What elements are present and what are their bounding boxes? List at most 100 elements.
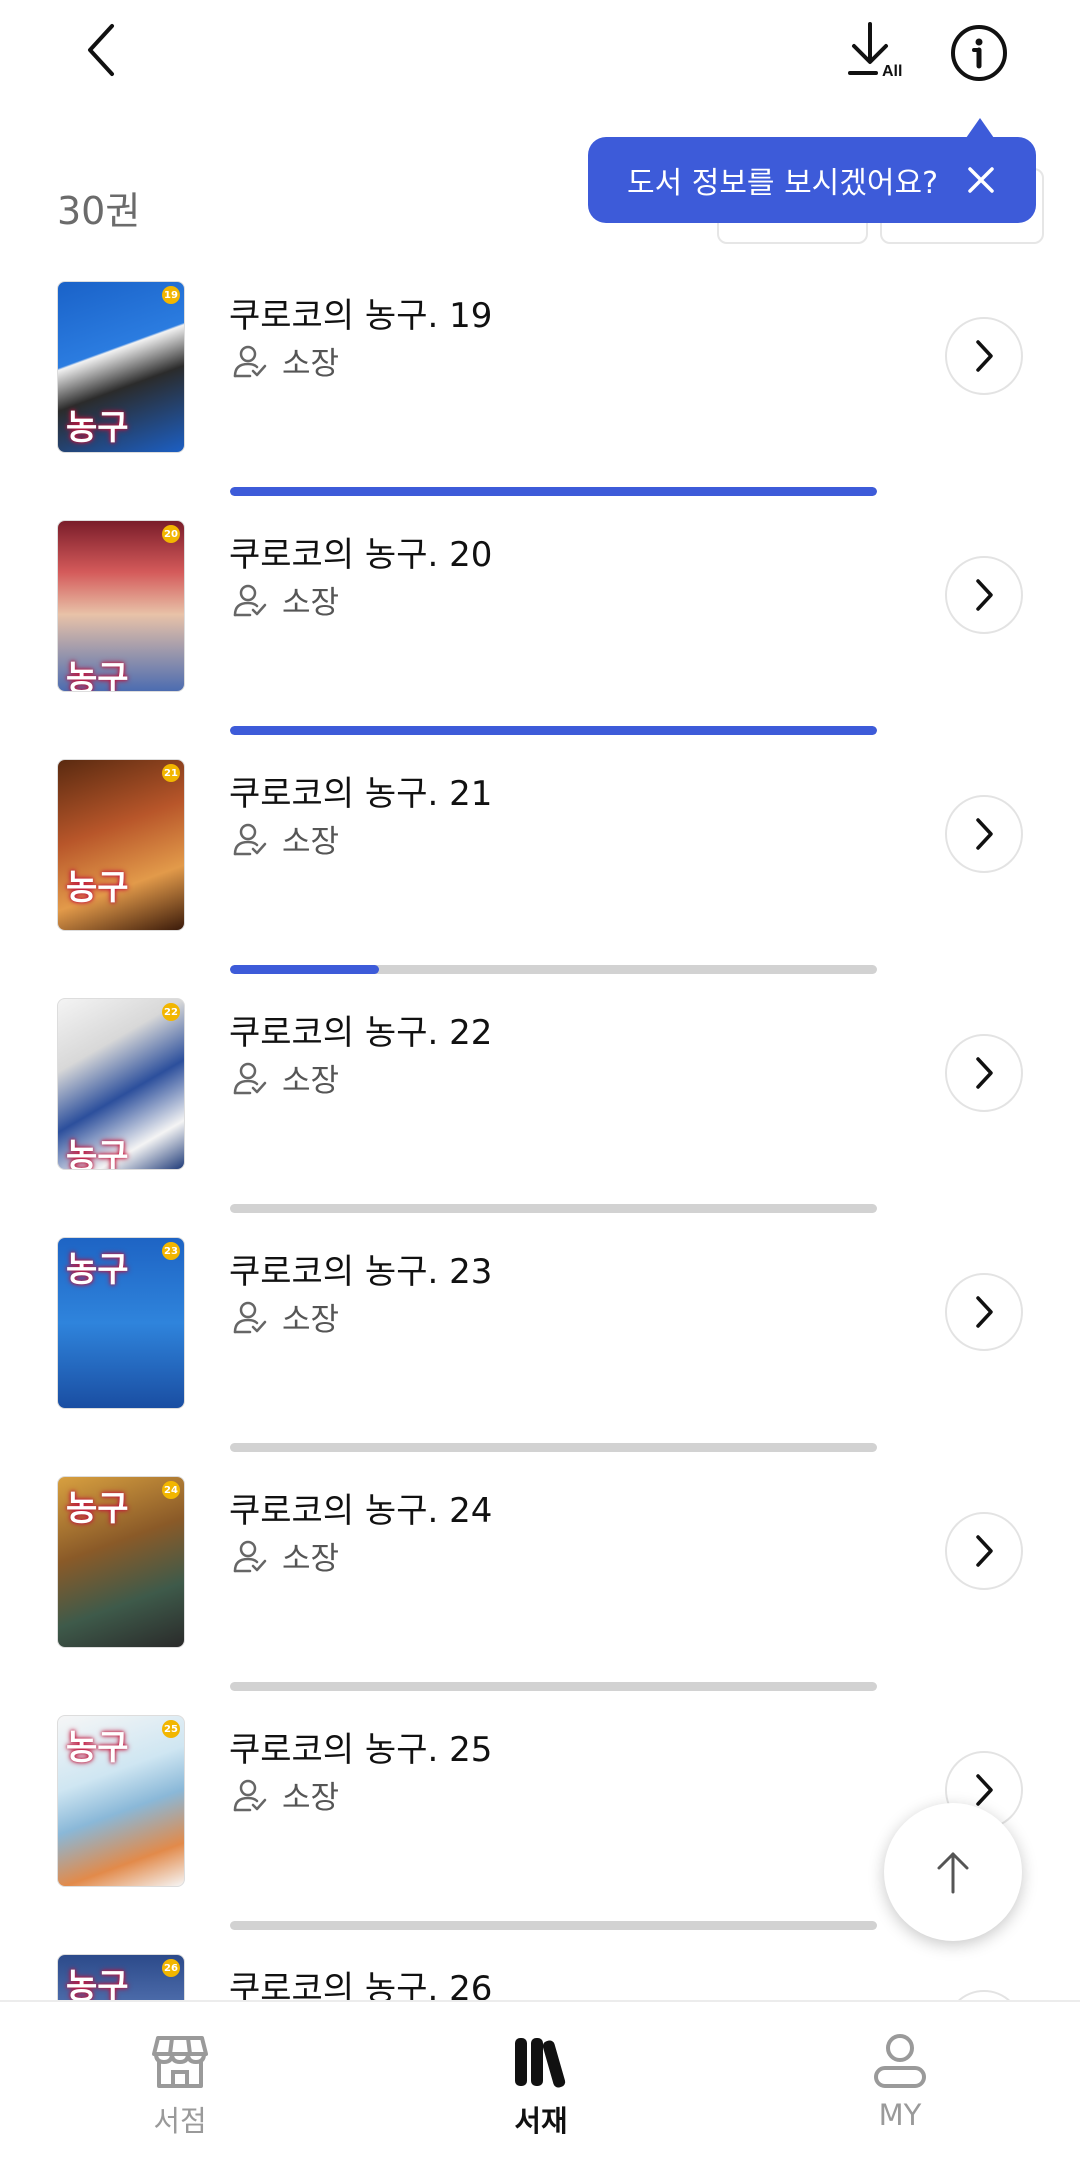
- cover-volume-badge: 20: [162, 525, 180, 543]
- nav-item-my[interactable]: MY: [800, 2032, 1000, 2132]
- ownership-status: 소장: [232, 1533, 339, 1578]
- tooltip-close-button[interactable]: [962, 161, 1000, 199]
- cover-logo: 농구: [66, 408, 129, 448]
- book-row[interactable]: 농구 19 쿠로코의 농구. 19 소장: [0, 278, 1080, 517]
- cover-volume-badge: 21: [162, 764, 180, 782]
- owned-person-icon: [233, 584, 267, 616]
- book-row[interactable]: 농구 22 쿠로코의 농구. 22 소장: [0, 965, 1080, 1234]
- book-title: 쿠로코의 농구. 23: [229, 1252, 493, 1292]
- chevron-right-icon: [976, 1057, 993, 1089]
- cover-volume-badge: 23: [162, 1242, 180, 1260]
- book-row[interactable]: 농구 24 쿠로코의 농구. 24 소장: [0, 1443, 1080, 1712]
- book-cover: 농구 25: [57, 1715, 185, 1887]
- nav-item-library[interactable]: 서재: [441, 2032, 641, 2140]
- owned-person-icon: [233, 1779, 267, 1811]
- open-book-button[interactable]: [945, 1273, 1023, 1351]
- cover-volume-badge: 19: [162, 286, 180, 304]
- open-book-button[interactable]: [945, 556, 1023, 634]
- open-book-button[interactable]: [945, 795, 1023, 873]
- ownership-status: 소장: [232, 816, 339, 861]
- reading-progress-bar: [230, 1443, 877, 1452]
- cover-volume-badge: 26: [162, 1959, 180, 1977]
- open-book-button[interactable]: [945, 1512, 1023, 1590]
- owned-person-icon: [233, 823, 267, 855]
- scroll-to-top-button[interactable]: [884, 1803, 1022, 1941]
- book-title: 쿠로코의 농구. 22: [229, 1013, 493, 1053]
- book-cover: 농구 20: [57, 520, 185, 692]
- download-all-label: All: [882, 63, 902, 80]
- book-title: 쿠로코의 농구. 20: [229, 535, 493, 575]
- reading-progress-bar: [230, 965, 877, 974]
- book-title: 쿠로코의 농구. 24: [229, 1491, 493, 1531]
- reading-progress-fill: [230, 487, 877, 496]
- reading-progress-fill: [230, 965, 379, 974]
- close-icon: [968, 167, 994, 193]
- nav-label-my: MY: [878, 2098, 922, 2132]
- book-cover: 농구 24: [57, 1476, 185, 1648]
- cover-logo: 농구: [66, 1728, 129, 1768]
- tooltip-text: 도서 정보를 보시겠어요?: [627, 166, 938, 201]
- book-count: 30권: [57, 189, 141, 233]
- book-cover: 농구 21: [57, 759, 185, 931]
- book-row[interactable]: 농구 21 쿠로코의 농구. 21 소장: [0, 726, 1080, 995]
- book-row[interactable]: 농구 20 쿠로코의 농구. 20 소장: [0, 487, 1080, 756]
- owned-person-icon: [233, 1301, 267, 1333]
- open-book-button[interactable]: [945, 317, 1023, 395]
- book-cover: 농구 19: [57, 281, 185, 453]
- book-cover: 농구 22: [57, 998, 185, 1170]
- ownership-status: 소장: [232, 1055, 339, 1100]
- open-book-button[interactable]: [945, 1034, 1023, 1112]
- reading-progress-bar: [230, 726, 877, 735]
- cover-volume-badge: 25: [162, 1720, 180, 1738]
- chevron-left-icon: [88, 24, 114, 76]
- ownership-status: 소장: [232, 1772, 339, 1817]
- chevron-right-icon: [976, 1774, 993, 1806]
- nav-label-library: 서재: [514, 2104, 568, 2138]
- tooltip-arrow: [966, 118, 994, 138]
- bottom-nav: 서점 서재 MY: [0, 2000, 1080, 2162]
- chevron-right-icon: [976, 340, 993, 372]
- cover-volume-badge: 22: [162, 1003, 180, 1021]
- book-title: 쿠로코의 농구. 21: [229, 774, 493, 814]
- reading-progress-bar: [230, 1682, 877, 1691]
- chevron-right-icon: [976, 818, 993, 850]
- library-icon: [515, 2038, 566, 2088]
- chevron-right-icon: [976, 579, 993, 611]
- cover-logo: 농구: [66, 868, 129, 908]
- download-all-button[interactable]: All: [842, 18, 910, 86]
- reading-progress-bar: [230, 487, 877, 496]
- cover-logo: 농구: [66, 659, 129, 692]
- cover-logo: 농구: [66, 1137, 129, 1170]
- info-icon: [951, 25, 1007, 81]
- book-row[interactable]: 농구 23 쿠로코의 농구. 23 소장: [0, 1204, 1080, 1473]
- ownership-label: 소장: [282, 1541, 340, 1577]
- info-button[interactable]: [946, 20, 1012, 86]
- back-button[interactable]: [70, 18, 134, 82]
- download-all-icon: All: [848, 22, 902, 80]
- ownership-label: 소장: [282, 1302, 340, 1338]
- book-title: 쿠로코의 농구. 19: [229, 296, 493, 336]
- reading-progress-bar: [230, 1204, 877, 1213]
- book-cover: 농구 23: [57, 1237, 185, 1409]
- ownership-label: 소장: [282, 346, 340, 382]
- ownership-status: 소장: [232, 1294, 339, 1339]
- reading-progress-fill: [230, 726, 877, 735]
- owned-person-icon: [233, 345, 267, 377]
- nav-item-store[interactable]: 서점: [80, 2032, 280, 2140]
- ownership-status: 소장: [232, 338, 339, 383]
- nav-label-store: 서점: [153, 2104, 207, 2138]
- arrow-up-icon: [937, 1852, 969, 1894]
- book-title: 쿠로코의 농구. 25: [229, 1730, 493, 1770]
- cover-volume-badge: 24: [162, 1481, 180, 1499]
- owned-person-icon: [233, 1540, 267, 1572]
- owned-person-icon: [233, 1062, 267, 1094]
- person-icon: [874, 2034, 926, 2088]
- chevron-right-icon: [976, 1535, 993, 1567]
- cover-logo: 농구: [66, 1489, 129, 1529]
- ownership-status: 소장: [232, 577, 339, 622]
- ownership-label: 소장: [282, 585, 340, 621]
- reading-progress-bar: [230, 1921, 877, 1930]
- chevron-right-icon: [976, 1296, 993, 1328]
- ownership-label: 소장: [282, 1780, 340, 1816]
- ownership-label: 소장: [282, 824, 340, 860]
